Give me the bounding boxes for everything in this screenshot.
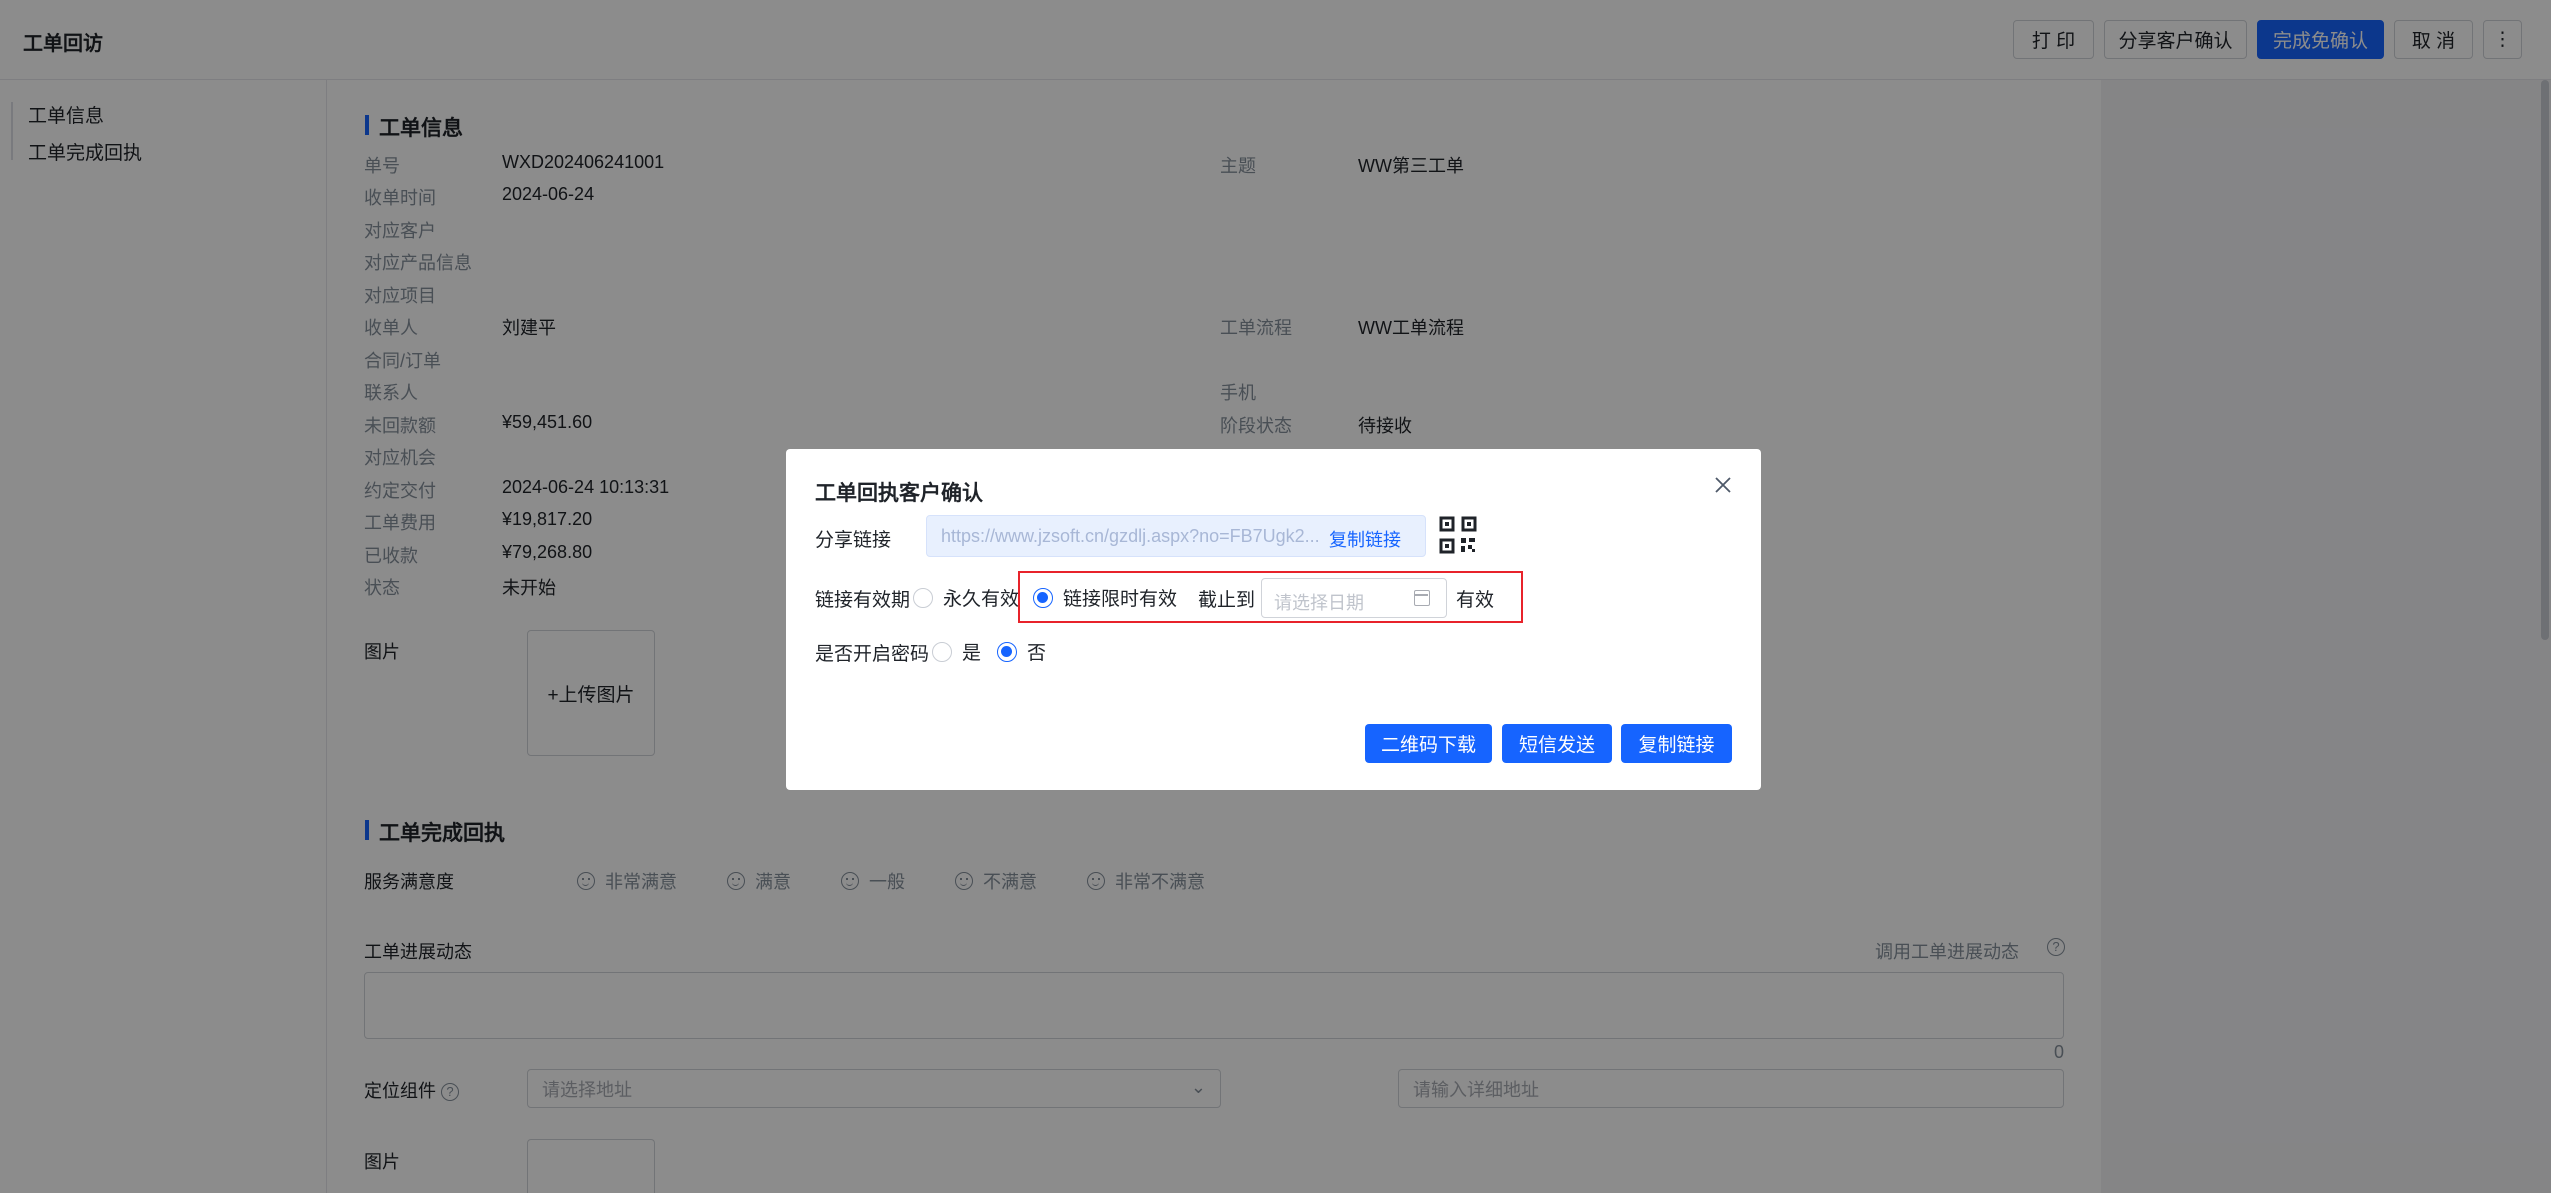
qr-download-button[interactable]: 二维码下载 xyxy=(1365,724,1492,763)
validity-label: 链接有效期 xyxy=(815,590,911,611)
calendar-icon xyxy=(1414,590,1430,606)
radio-selected-icon xyxy=(997,641,1017,662)
share-confirm-dialog: 工单回执客户确认 分享链接 https://www.jzsoft.cn/gzdl… xyxy=(786,449,1761,790)
sms-send-button[interactable]: 短信发送 xyxy=(1502,724,1612,763)
close-icon[interactable] xyxy=(1711,473,1735,497)
dialog-title: 工单回执客户确认 xyxy=(815,482,983,505)
deadline-label: 截止到 xyxy=(1198,590,1256,611)
password-label: 是否开启密码 xyxy=(815,644,930,665)
date-placeholder: 请选择日期 xyxy=(1274,593,1364,613)
share-link-url: https://www.jzsoft.cn/gzdlj.aspx?no=FB7U… xyxy=(941,526,1320,546)
radio-limited-valid[interactable]: 链接限时有效 xyxy=(1033,584,1177,611)
deadline-date-picker[interactable]: 请选择日期 xyxy=(1261,578,1447,618)
radio-password-no[interactable]: 否 xyxy=(997,638,1046,665)
share-link-label: 分享链接 xyxy=(815,530,892,551)
copy-link-inline[interactable]: 复制链接 xyxy=(1329,526,1401,552)
copy-link-button[interactable]: 复制链接 xyxy=(1621,724,1732,763)
qr-code-icon[interactable] xyxy=(1439,516,1477,554)
radio-password-yes[interactable]: 是 xyxy=(932,638,981,665)
radio-forever-valid[interactable]: 永久有效 xyxy=(913,584,1019,611)
valid-suffix: 有效 xyxy=(1456,590,1495,611)
share-link-field[interactable]: https://www.jzsoft.cn/gzdlj.aspx?no=FB7U… xyxy=(926,515,1426,557)
radio-circle-icon xyxy=(932,641,952,662)
radio-circle-icon xyxy=(913,587,933,608)
radio-selected-icon xyxy=(1033,587,1053,608)
